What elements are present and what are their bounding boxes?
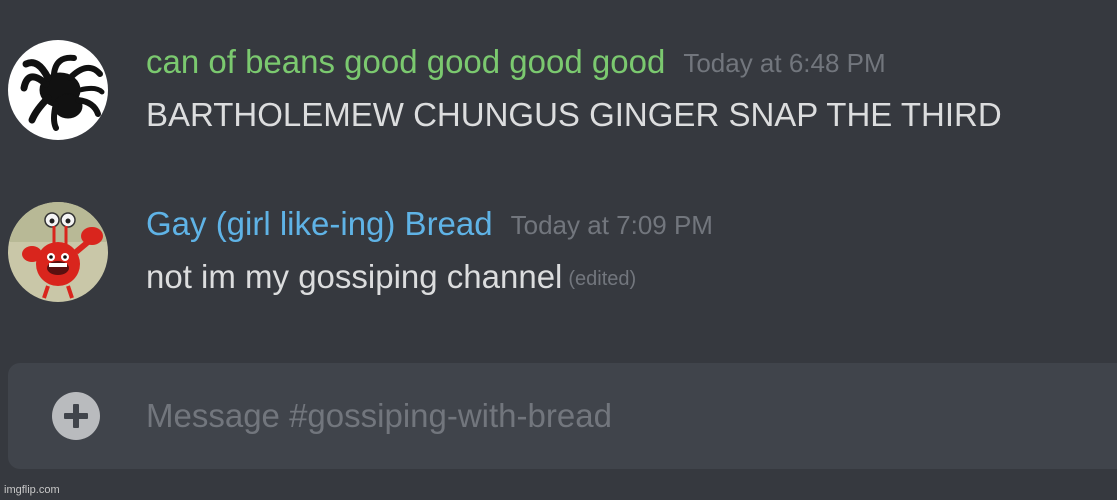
message-header: can of beans good good good good Today at… xyxy=(146,42,886,82)
watermark: imgflip.com xyxy=(4,484,60,496)
chat-window: can of beans good good good good Today at… xyxy=(0,0,1117,500)
message-text: not im my gossiping channel (edited) xyxy=(146,256,636,300)
username[interactable]: can of beans good good good good xyxy=(146,43,665,80)
message-header: Gay (girl like-ing) Bread Today at 7:09 P… xyxy=(146,204,713,244)
message-text: BARTHOLEMEW CHUNGUS GINGER SNAP THE THIR… xyxy=(146,94,1002,136)
timestamp: Today at 7:09 PM xyxy=(510,210,713,240)
red-cartoon-character-avatar-icon[interactable] xyxy=(8,202,108,302)
message-body: BARTHOLEMEW CHUNGUS GINGER SNAP THE THIR… xyxy=(146,96,1002,133)
message-input[interactable] xyxy=(146,387,1046,445)
timestamp: Today at 6:48 PM xyxy=(683,48,886,78)
username[interactable]: Gay (girl like-ing) Bread xyxy=(146,205,493,242)
spider-avatar-icon[interactable] xyxy=(8,40,108,140)
message-composer xyxy=(8,363,1117,469)
plus-circle-icon[interactable] xyxy=(52,392,100,440)
edited-label: (edited) xyxy=(568,268,637,290)
message-body: not im my gossiping channel xyxy=(146,258,563,295)
